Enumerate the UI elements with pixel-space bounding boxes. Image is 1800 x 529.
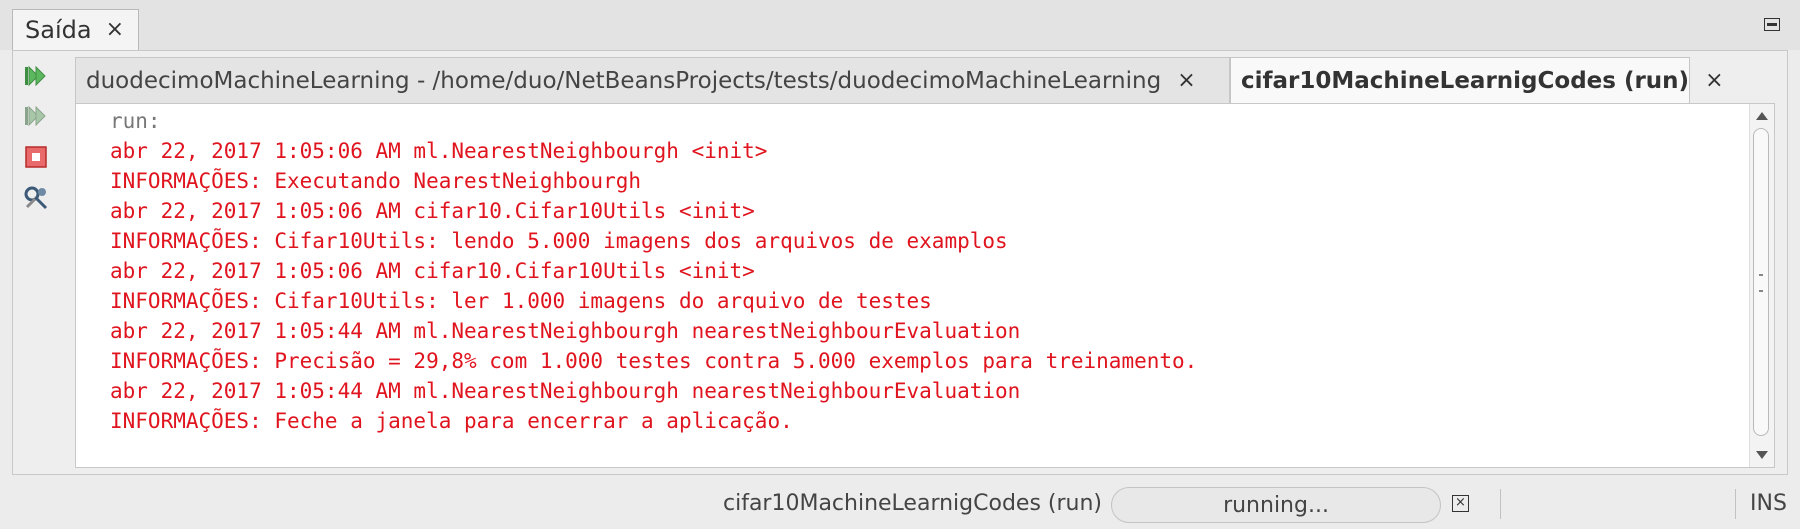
stop-button[interactable] — [21, 142, 51, 172]
rerun-with-params-button[interactable] — [21, 101, 51, 131]
scroll-up-arrow-icon[interactable] — [1756, 112, 1768, 120]
console-lines: run: abr 22, 2017 1:05:06 AM ml.NearestN… — [110, 106, 1197, 436]
tab-duodecimo-machine-learning[interactable]: duodecimoMachineLearning - /home/duo/Net… — [75, 57, 1230, 103]
running-task-name[interactable]: cifar10MachineLearnigCodes (run) — [723, 491, 1102, 516]
minimize-window-icon[interactable] — [1764, 18, 1780, 31]
console-line: abr 22, 2017 1:05:06 AM cifar10.Cifar10U… — [110, 259, 755, 283]
rerun-icon — [25, 65, 46, 87]
console-line: INFORMAÇÕES: Executando NearestNeighbour… — [110, 169, 642, 193]
scroll-down-arrow-icon[interactable] — [1756, 451, 1768, 459]
output-tabs: duodecimoMachineLearning - /home/duo/Net… — [65, 51, 1787, 103]
tab-cifar10-run[interactable]: cifar10MachineLearnigCodes (run) × — [1230, 57, 1724, 103]
settings-tools-button[interactable] — [21, 183, 51, 213]
scroll-thumb[interactable] — [1753, 128, 1769, 436]
close-tab-icon[interactable]: × — [1177, 69, 1195, 92]
console-line: run: — [110, 109, 161, 133]
task-progress-bar[interactable]: running... — [1111, 487, 1441, 523]
status-divider — [1500, 489, 1501, 519]
console-line: INFORMAÇÕES: Feche a janela para encerra… — [110, 409, 793, 433]
close-output-window-icon[interactable]: × — [106, 19, 124, 41]
settings-tools-icon — [24, 186, 48, 210]
console-line: abr 22, 2017 1:05:06 AM cifar10.Cifar10U… — [110, 199, 755, 223]
insert-mode-indicator: INS — [1750, 491, 1787, 516]
tab-label: duodecimoMachineLearning - /home/duo/Net… — [86, 67, 1162, 94]
window-tab-bar: Saída × — [0, 0, 1800, 50]
console-line: abr 22, 2017 1:05:06 AM ml.NearestNeighb… — [110, 139, 768, 163]
console-line: abr 22, 2017 1:05:44 AM ml.NearestNeighb… — [110, 379, 1021, 403]
tab-label: cifar10MachineLearnigCodes (run) — [1241, 67, 1690, 94]
stop-icon — [25, 146, 47, 168]
console-line: INFORMAÇÕES: Cifar10Utils: ler 1.000 ima… — [110, 289, 932, 313]
console-output[interactable]: run: abr 22, 2017 1:05:06 AM ml.NearestN… — [75, 103, 1775, 468]
output-window-tab[interactable]: Saída × — [12, 9, 139, 50]
status-bar: cifar10MachineLearnigCodes (run) running… — [0, 479, 1800, 529]
output-panel: duodecimoMachineLearning - /home/duo/Net… — [12, 50, 1788, 475]
vertical-scrollbar[interactable] — [1749, 104, 1774, 467]
output-window-tab-label: Saída — [25, 16, 92, 44]
status-divider — [1735, 489, 1736, 519]
close-tab-icon[interactable]: × — [1705, 69, 1723, 92]
progress-label: running... — [1223, 492, 1329, 518]
rerun-with-params-icon — [25, 105, 46, 127]
cancel-task-icon[interactable]: × — [1452, 495, 1469, 512]
console-line: INFORMAÇÕES: Precisão = 29,8% com 1.000 … — [110, 349, 1198, 373]
scroll-grip-icon — [1759, 274, 1763, 292]
rerun-button[interactable] — [21, 61, 51, 91]
console-line: INFORMAÇÕES: Cifar10Utils: lendo 5.000 i… — [110, 229, 1008, 253]
output-toolbar — [13, 51, 65, 474]
console-line: abr 22, 2017 1:05:44 AM ml.NearestNeighb… — [110, 319, 1021, 343]
